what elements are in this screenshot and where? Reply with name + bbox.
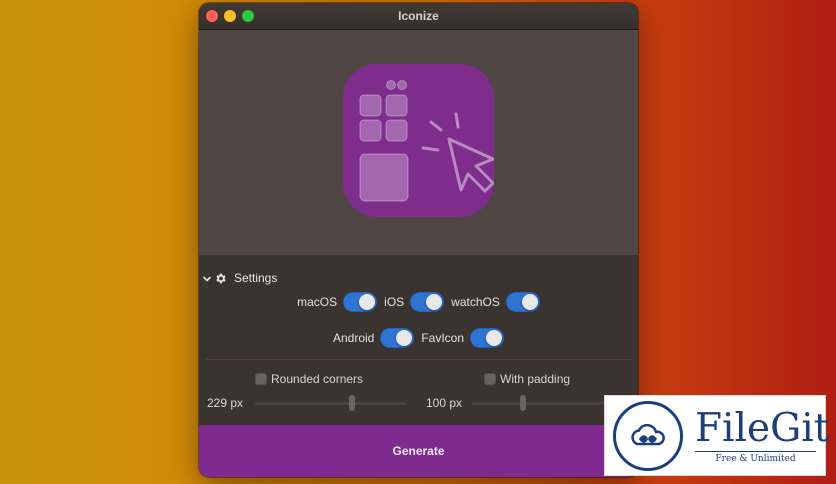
corner-radius-slider[interactable] (255, 394, 406, 412)
ios-toggle[interactable] (410, 292, 445, 312)
android-toggle[interactable] (380, 328, 415, 348)
option-ios: iOS (384, 292, 445, 312)
icon-preview-area[interactable] (199, 30, 638, 255)
cloud-infinity-icon (631, 424, 665, 446)
platform-row-1: macOS iOS watchOS (199, 292, 638, 312)
filegit-brand: FileGit (695, 406, 830, 451)
toggle-knob (396, 330, 413, 346)
option-favicon: FavIcon (421, 328, 505, 348)
app-window: Iconize Settings macOS iOS watchOS Andro… (199, 3, 638, 477)
platform-row-2: Android FavIcon (199, 328, 638, 348)
window-title: Iconize (398, 9, 439, 23)
filegit-tagline: Free & Unlimited (695, 451, 816, 464)
checkbox-box[interactable] (484, 373, 496, 385)
toggle-knob (359, 294, 376, 310)
toggle-knob (521, 294, 538, 310)
app-icon-grid-cursor-icon (359, 80, 494, 202)
with-padding-checkbox[interactable]: With padding (484, 372, 570, 386)
slider-thumb[interactable] (520, 395, 526, 411)
filegit-logo (613, 401, 683, 471)
watchos-label: watchOS (451, 295, 500, 309)
favicon-label: FavIcon (421, 331, 465, 345)
rounded-corners-label: Rounded corners (271, 372, 364, 386)
macos-label: macOS (297, 295, 338, 309)
settings-disclosure[interactable]: Settings (202, 270, 277, 286)
watchos-toggle[interactable] (505, 292, 540, 312)
settings-panel: Settings macOS iOS watchOS Android FavIc… (199, 255, 638, 425)
corner-radius-value: 229 px (207, 396, 244, 410)
slider-track (255, 402, 406, 405)
app-icon-preview (343, 64, 494, 217)
macos-toggle[interactable] (343, 292, 378, 312)
chevron-down-icon (202, 273, 212, 283)
gear-icon (214, 272, 227, 285)
filegit-watermark: FileGit Free & Unlimited (604, 395, 830, 476)
rounded-corners-checkbox[interactable]: Rounded corners (255, 372, 363, 386)
android-label: Android (332, 331, 375, 345)
toggle-knob (426, 294, 443, 310)
checkbox-box[interactable] (255, 373, 267, 385)
padding-slider[interactable] (472, 394, 612, 412)
toggle-knob (486, 330, 503, 346)
option-android: Android (332, 328, 415, 348)
generate-button[interactable]: Generate (199, 425, 638, 477)
option-macos: macOS (297, 292, 378, 312)
title-bar: Iconize (199, 3, 638, 30)
ios-label: iOS (384, 295, 405, 309)
slider-track (472, 402, 612, 405)
with-padding-label: With padding (500, 372, 571, 386)
slider-thumb[interactable] (349, 395, 355, 411)
padding-value: 100 px (426, 396, 463, 410)
favicon-toggle[interactable] (470, 328, 505, 348)
settings-divider (206, 359, 631, 360)
settings-label: Settings (234, 271, 278, 285)
option-watchos: watchOS (451, 292, 540, 312)
